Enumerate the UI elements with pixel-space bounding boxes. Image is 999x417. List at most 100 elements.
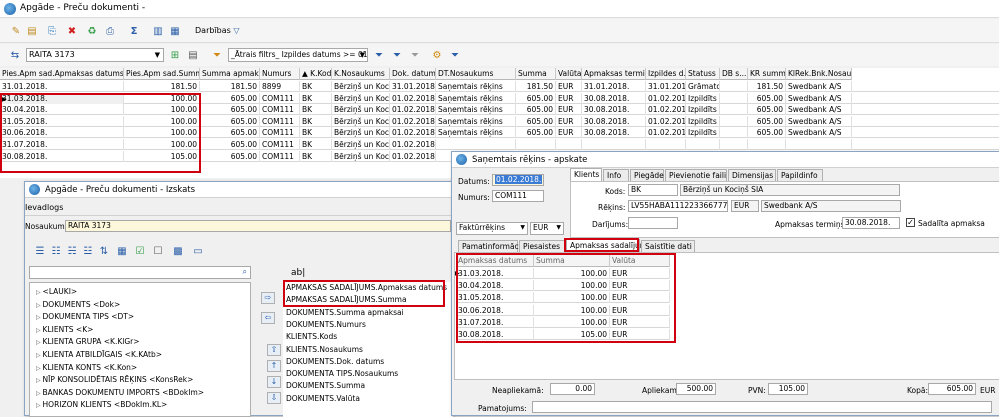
target-field-list[interactable]: APMAKSAS SADALĪJUMS.Apmaksas datums APMAK… <box>283 282 453 417</box>
edit-icon[interactable]: ✎ <box>9 24 23 38</box>
source-field-list[interactable]: ▷ <LAUKI> ▷ DOKUMENTS <Dok> ▷ DOKUMENTA TI… <box>29 282 251 417</box>
move-left-button[interactable]: ⇦ <box>261 312 275 324</box>
tab-1[interactable]: Klients <box>570 168 602 181</box>
table-row[interactable]: 30.08.2018. 105.00 EUR <box>456 329 670 340</box>
table-row[interactable]: 31.07.2018. 100.00 EUR <box>456 316 670 328</box>
column-header[interactable]: Apmaksas termiņš <box>582 68 646 80</box>
column-header[interactable]: Valūta <box>610 255 670 267</box>
document-selector[interactable]: RAITA 3173 ▼ <box>26 48 164 62</box>
list-item[interactable]: ▷ KLIENTA GRUPA <K.KlGr> <box>36 337 140 347</box>
tab-6[interactable]: Papildinfo <box>777 169 823 181</box>
sum-icon[interactable]: Σ <box>127 24 141 38</box>
table-row[interactable]: 30.04.2018. 100.00 605.00 COM111 BK Bērziņš u… <box>0 104 999 116</box>
tab-2[interactable]: Info <box>603 169 629 181</box>
text-format-label[interactable]: ab| <box>291 268 305 278</box>
column-header[interactable]: Apmaksas datums <box>456 255 534 267</box>
apply-filter-icon[interactable]: ⏷ <box>372 48 386 62</box>
column-header[interactable]: Izpildes d... <box>646 68 686 80</box>
add-filter-icon[interactable]: ⊞ <box>168 48 182 62</box>
column-header[interactable]: KR summa <box>748 68 786 80</box>
delete-icon[interactable]: ✖ <box>65 24 79 38</box>
actions-menu[interactable]: Darbības ▽ <box>195 26 240 35</box>
checkbox-empty-icon[interactable]: ☐ <box>151 244 165 258</box>
table-row[interactable]: 30.04.2018. 100.00 EUR <box>456 280 670 292</box>
tab-4[interactable]: Pievienotie faili <box>665 169 727 181</box>
table-row[interactable]: 30.06.2018. 100.00 605.00 COM111 BK Bērziņš u… <box>0 127 999 139</box>
table-row[interactable]: 31.05.2018. 100.00 EUR <box>456 292 670 304</box>
field-search-input[interactable]: ⌕ <box>29 266 251 279</box>
column-header[interactable]: Dok. datums <box>390 68 436 80</box>
funnel-blue-icon[interactable]: ⏷ <box>448 48 462 62</box>
list-view-icon[interactable]: ☰ <box>33 244 47 258</box>
tab-3[interactable]: Piegāde <box>630 169 664 181</box>
column-header[interactable]: Summa apmaksai <box>200 68 260 80</box>
print-icon[interactable]: ⎙ <box>103 24 117 38</box>
tab-1[interactable]: Pamatinformācija <box>458 240 527 252</box>
table-row[interactable]: 31.05.2018. 100.00 605.00 COM111 BK Bērziņš u… <box>0 115 999 127</box>
doc-type-select[interactable]: Faktūrrēķins ▼ <box>456 222 528 235</box>
column-header[interactable]: Pies.Apm sad.Apmaksas datums <box>0 68 124 80</box>
clear-filter-icon[interactable]: ⏷ <box>408 48 422 62</box>
quick-filter-selector[interactable]: _Ātrais filtrs_ Izpildes datums >= 01 ▼ <box>228 48 368 62</box>
list-item[interactable]: ▷ KLIENTS <K> <box>36 325 93 335</box>
checkbox-checked-icon[interactable]: ☑ <box>133 244 147 258</box>
column-header[interactable]: Summa <box>516 68 556 80</box>
list-indent-icon[interactable]: ☷ <box>49 244 63 258</box>
edit-filter-icon[interactable]: ⏷ <box>390 48 404 62</box>
list-item[interactable]: ▷ DOKUMENTA TIPS <DT> <box>36 312 134 322</box>
column-header[interactable]: ▲ K.Kods <box>300 68 332 80</box>
list-remove-icon[interactable]: ☳ <box>81 244 95 258</box>
numurs-field[interactable]: COM111 <box>492 190 544 202</box>
list-item[interactable]: APMAKSAS SADALĪJUMS.Summa <box>286 294 407 305</box>
move-down-button[interactable]: ↓ <box>267 376 281 388</box>
tab-2[interactable]: Piesaistes <box>519 240 565 252</box>
table-row[interactable]: 31.03.2018. 100.00 EUR <box>456 268 670 279</box>
kods-field[interactable]: BK <box>628 184 678 196</box>
column-header[interactable]: Numurs <box>260 68 300 80</box>
list-item[interactable]: DOKUMENTS.Summa <box>286 380 365 391</box>
list-item[interactable]: ▷ BANKAS DOKUMENTU IMPORTS <BDokIm> <box>36 388 204 398</box>
pamatojums-field[interactable] <box>532 401 992 413</box>
grid-icon[interactable]: ▦ <box>115 244 129 258</box>
layout-icon[interactable]: ▦ <box>168 24 182 38</box>
sadalita-checkbox[interactable]: ✓ <box>906 218 915 227</box>
table-row[interactable]: 31.01.2018. 181.50 181.50 8899 BK Bērziņš un … <box>0 81 999 92</box>
save-filter-icon[interactable]: ▤ <box>186 48 200 62</box>
table-row[interactable]: 30.06.2018. 100.00 EUR <box>456 304 670 316</box>
column-header[interactable]: Summa <box>534 255 610 267</box>
refresh-icon[interactable]: ♻ <box>85 24 99 38</box>
copy-icon[interactable]: ⎘ <box>45 24 59 38</box>
darijums-field[interactable] <box>628 217 678 229</box>
list-item[interactable]: DOKUMENTA TIPS.Nosaukums <box>286 368 398 379</box>
column-header[interactable]: DB s... <box>720 68 748 80</box>
list-item[interactable]: ▷ <LAUKI> <box>36 287 77 297</box>
termins-field[interactable]: 30.08.2018. <box>842 217 900 229</box>
column-header[interactable]: DT.Nosaukums <box>436 68 516 80</box>
tab-4[interactable]: Saistītie dati <box>641 240 695 252</box>
list-item[interactable]: DOKUMENTS.Valūta <box>286 393 360 404</box>
rekins-field[interactable]: LV55HABA1112233667777 <box>628 200 728 212</box>
list-item[interactable]: DOKUMENTS.Summa apmaksai <box>286 307 404 318</box>
table-row[interactable]: 31.07.2018. 100.00 605.00 COM111 BK Bērziņš u… <box>0 139 999 150</box>
list-item[interactable]: KLIENTS.Kods <box>286 331 337 342</box>
column-header[interactable]: Pies.Apm sad.Summa <box>124 68 200 80</box>
list-item[interactable]: DOKUMENTS.Numurs <box>286 319 366 330</box>
list-add-icon[interactable]: ☵ <box>65 244 79 258</box>
column-header[interactable]: K.Nosaukums <box>332 68 390 80</box>
move-bottom-button[interactable]: ⇩ <box>267 392 281 404</box>
columns-icon[interactable]: ▥ <box>151 24 165 38</box>
funnel-icon[interactable]: ⏷ <box>210 48 224 62</box>
column-header[interactable]: KlRek.Bnk.Nosaukums <box>786 68 852 80</box>
layout-grid-icon[interactable]: ▩ <box>171 244 185 258</box>
tab-5[interactable]: Dimensijas <box>728 169 776 181</box>
list-item[interactable]: ▷ DOKUMENTS <Dok> <box>36 300 120 310</box>
tab-3[interactable]: Apmaksas sadalījums <box>566 239 651 252</box>
list-item[interactable]: ▷ KLIENTA ATBILDĪGAIS <K.KAtb> <box>36 350 162 360</box>
move-top-button[interactable]: ⇧ <box>267 344 281 356</box>
new-document-icon[interactable]: ▤ <box>25 24 39 38</box>
tab-layout-icon[interactable]: ▭ <box>191 244 205 258</box>
column-header[interactable]: Valūta <box>556 68 582 80</box>
move-right-button[interactable]: ⇨ <box>261 292 275 304</box>
list-item[interactable]: KLIENTS.Nosaukums <box>286 344 363 355</box>
list-item[interactable]: ▷ KLIENTA KONTS <K.Kon> <box>36 363 137 373</box>
